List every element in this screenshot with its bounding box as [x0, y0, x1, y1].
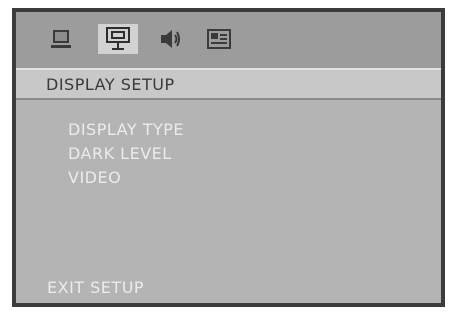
setup-tab-bar	[16, 12, 441, 68]
title-bar: DISPLAY SETUP	[16, 68, 441, 100]
page-title: DISPLAY SETUP	[46, 75, 175, 94]
tab-general-setup[interactable]	[48, 24, 74, 54]
display-setup-icon	[105, 26, 131, 52]
menu-item-display-type[interactable]: DISPLAY TYPE	[68, 120, 184, 139]
menu-item-video[interactable]: VIDEO	[68, 168, 121, 187]
tab-display-setup[interactable]	[98, 24, 138, 54]
exit-setup-item[interactable]: EXIT SETUP	[47, 278, 144, 297]
general-setup-icon	[50, 28, 72, 50]
preferences-icon	[206, 27, 232, 51]
tab-audio-setup[interactable]	[157, 24, 183, 54]
setup-menu: DISPLAY SETUP DISPLAY TYPE DARK LEVEL VI…	[12, 8, 445, 307]
audio-setup-icon	[159, 28, 181, 50]
tab-preferences[interactable]	[204, 24, 234, 54]
menu-item-dark-level[interactable]: DARK LEVEL	[68, 144, 172, 163]
setup-items-panel: DISPLAY TYPE DARK LEVEL VIDEO EXIT SETUP	[16, 100, 441, 303]
